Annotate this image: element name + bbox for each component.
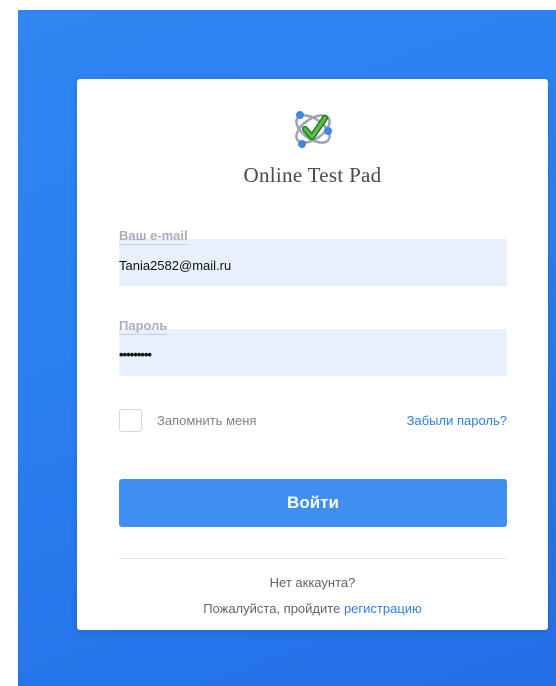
register-line: Пожалуйста, пройдите регистрацию	[77, 601, 548, 616]
logo-container	[77, 107, 548, 156]
email-label: Ваш e-mail	[119, 228, 188, 245]
password-label: Пароль	[119, 318, 168, 335]
forgot-password-link[interactable]: Забыли пароль?	[407, 413, 507, 428]
test-pad-logo-icon	[294, 111, 332, 148]
remember-checkbox[interactable]	[119, 409, 142, 432]
remember-row: Запомнить меня Забыли пароль?	[119, 407, 507, 433]
register-link[interactable]: регистрацию	[344, 601, 422, 616]
remember-label: Запомнить меня	[157, 413, 257, 428]
password-value: •••••••••	[119, 347, 152, 362]
no-account-text: Нет аккаунта?	[269, 575, 356, 590]
login-button[interactable]: Войти	[119, 479, 507, 527]
page-background: Online Test Pad Ваш e-mail Tania2582@mai…	[18, 10, 556, 686]
brand-title: Online Test Pad	[243, 163, 382, 187]
divider	[119, 558, 507, 559]
password-field[interactable]	[119, 329, 507, 376]
email-value: Tania2582@mail.ru	[119, 258, 232, 273]
login-card: Online Test Pad Ваш e-mail Tania2582@mai…	[77, 79, 548, 630]
register-prefix: Пожалуйста, пройдите	[203, 601, 341, 616]
